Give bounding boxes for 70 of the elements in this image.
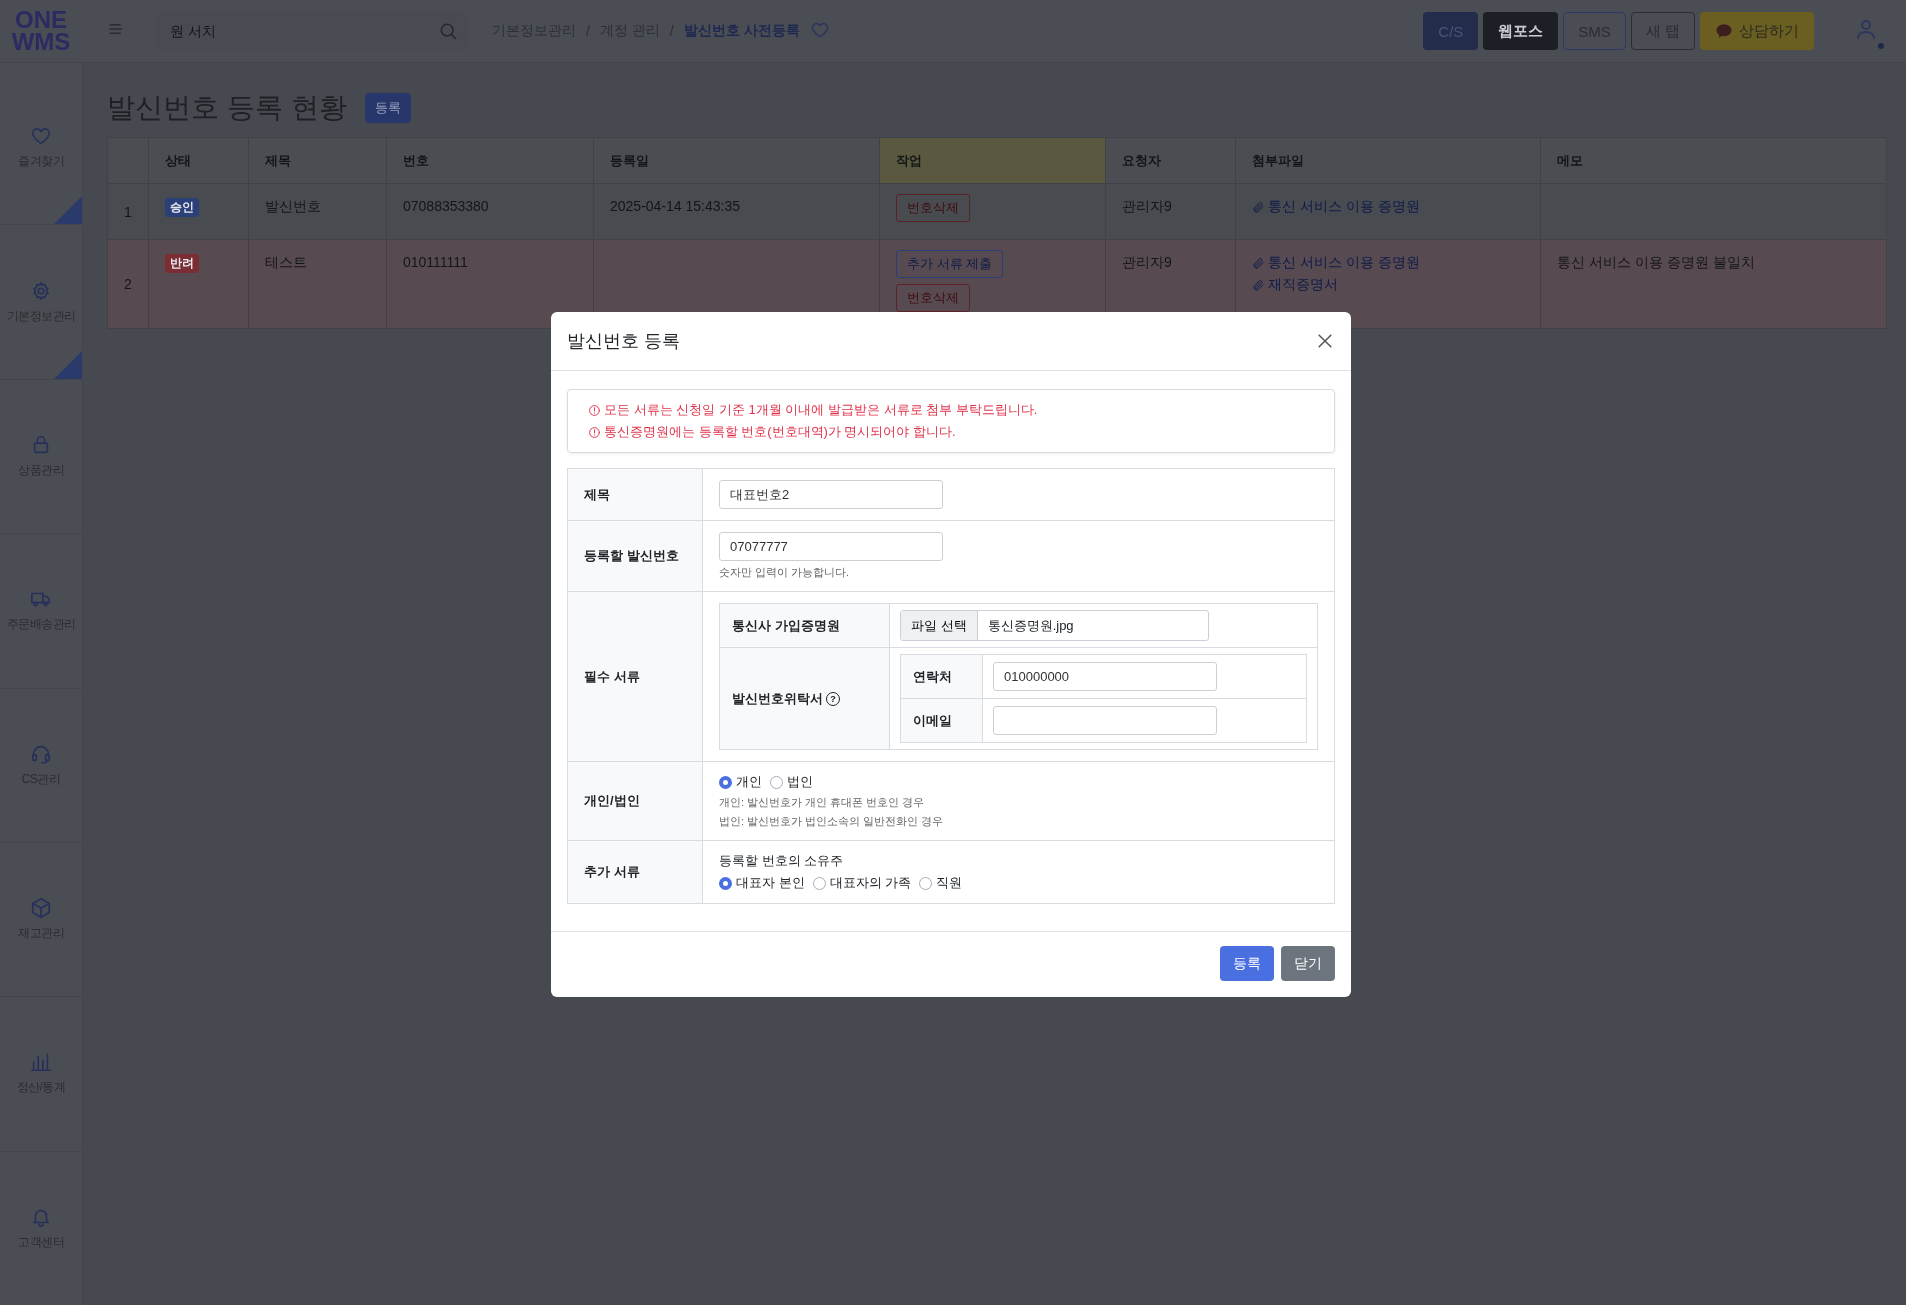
field-label: 연락처: [900, 654, 983, 699]
radio-button[interactable]: [719, 775, 732, 789]
cube-icon: [30, 897, 52, 920]
text-field[interactable]: 대표번호2: [719, 480, 943, 509]
table-cell: 관리자9: [1105, 183, 1236, 240]
table-cell: 테스트: [248, 239, 387, 329]
info-icon: [588, 425, 601, 439]
bar-chart-icon: [30, 1051, 52, 1074]
table-cell: 통신 서비스 이용 증명원 불일치: [1540, 239, 1887, 329]
action-button[interactable]: 추가 서류 제출: [896, 250, 1004, 278]
notice-text: 모든 서류는 신청일 기준 1개월 이내에 발급받은 서류로 첨부 부탁드립니다.: [604, 401, 1038, 419]
file-field[interactable]: 파일 선택 통신증명원.jpg: [900, 610, 1209, 641]
radio-note: 개인: 발신번호가 개인 휴대폰 번호인 경우: [719, 795, 926, 810]
table-cell: 2025-04-14 15:43:35: [593, 183, 880, 240]
document-label: 발신번호위탁서 ?: [719, 647, 890, 750]
column-header: 작업: [879, 137, 1106, 184]
row-number: 2: [107, 239, 149, 329]
breadcrumb-separator: /: [669, 23, 674, 39]
form-label: 필수 서류: [567, 591, 703, 762]
field-label: 이메일: [900, 698, 983, 743]
dialog-title: 발신번호 등록: [567, 330, 680, 353]
table-cell: 07088353380: [386, 183, 594, 240]
file-name: 통신증명원.jpg: [986, 616, 1075, 635]
form-label: 개인/법인: [567, 761, 703, 841]
radio-label[interactable]: 개인: [736, 773, 762, 791]
radio-caption: 등록할 번호의 소유주: [719, 852, 845, 870]
attachment-link[interactable]: 통신 서비스 이용 증명원: [1252, 254, 1524, 272]
column-header: 요청자: [1105, 137, 1236, 184]
action-button[interactable]: 번호삭제: [896, 194, 970, 222]
radio-label[interactable]: 대표자 본인: [736, 874, 805, 892]
radio-label[interactable]: 법인: [787, 773, 813, 791]
breadcrumb-separator: /: [586, 23, 590, 39]
column-header: 메모: [1540, 137, 1887, 184]
paperclip-icon: [1252, 200, 1265, 214]
form-label: 제목: [567, 468, 703, 521]
column-header: 상태: [148, 137, 249, 184]
text-field[interactable]: [993, 706, 1217, 735]
header-button[interactable]: 상담하기: [1700, 12, 1814, 50]
column-header: 번호: [386, 137, 594, 184]
document-label: 통신사 가입증명원: [719, 603, 890, 648]
radio-label[interactable]: 대표자의 가족: [829, 874, 912, 892]
text-field[interactable]: 07077777: [719, 532, 943, 561]
search-icon: [438, 21, 458, 41]
text-field[interactable]: 010000000: [993, 662, 1217, 691]
chat-bubble-icon: [1715, 22, 1733, 40]
file-select-button[interactable]: 파일 선택: [901, 611, 978, 640]
form-label: 추가 서류: [567, 840, 703, 904]
paperclip-icon: [1252, 278, 1265, 292]
radio-button[interactable]: [719, 876, 732, 890]
field-hint: 숫자만 입력이 가능합니다.: [719, 565, 851, 580]
row-number: 1: [107, 183, 149, 240]
notice-text: 통신증명원에는 등록할 번호(번호대역)가 명시되어야 합니다.: [604, 423, 956, 441]
column-header: 첨부파일: [1235, 137, 1541, 184]
column-header: 등록일: [593, 137, 880, 184]
table-cell: 발신번호: [248, 183, 387, 240]
gear-icon: [30, 279, 52, 302]
paperclip-icon: [1252, 256, 1265, 270]
status-badge: 반려: [165, 254, 199, 273]
dialog-button[interactable]: 닫기: [1281, 946, 1335, 981]
user-icon: [1854, 17, 1878, 41]
radio-label[interactable]: 직원: [936, 874, 963, 892]
form-label: 등록할 발신번호: [567, 520, 703, 592]
register-button[interactable]: 등록: [364, 93, 411, 123]
column-header: 제목: [248, 137, 387, 184]
info-icon: [588, 403, 601, 417]
attachment-link[interactable]: 재직증명서: [1252, 276, 1524, 294]
status-badge: 승인: [165, 198, 199, 217]
header-button[interactable]: 웹포스: [1483, 12, 1559, 50]
radio-note: 법인: 발신번호가 법인소속의 일반전화인 경우: [719, 814, 945, 829]
dialog-button[interactable]: 등록: [1220, 946, 1274, 981]
